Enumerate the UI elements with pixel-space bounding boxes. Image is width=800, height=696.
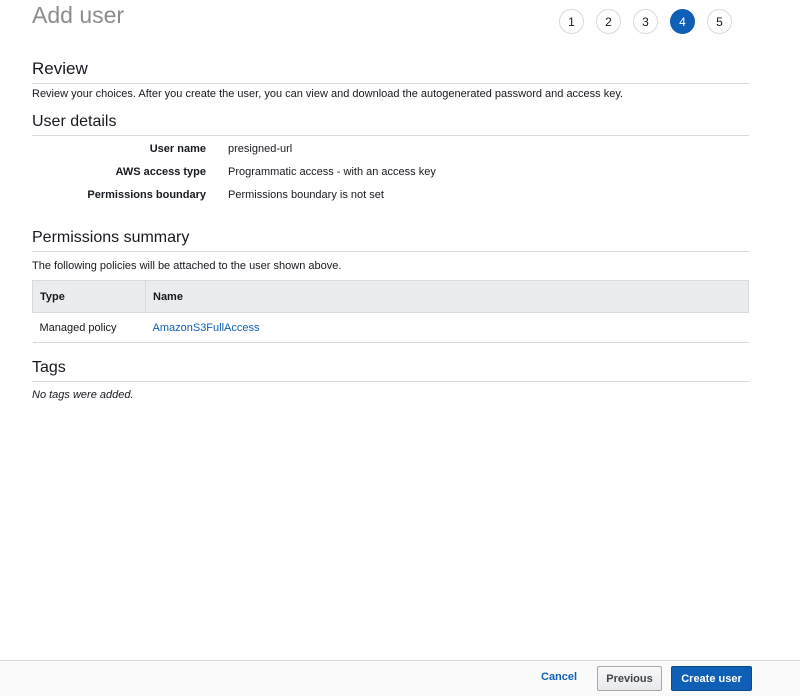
user-details-heading: User details <box>32 113 749 136</box>
tags-heading: Tags <box>32 359 749 382</box>
review-description: Review your choices. After you create th… <box>32 88 624 100</box>
username-label: User name <box>149 143 206 155</box>
access-type-label: AWS access type <box>115 166 207 178</box>
policy-link[interactable]: AmazonS3FullAccess <box>153 322 260 334</box>
step-4-current[interactable]: 4 <box>670 9 695 34</box>
column-header-name[interactable]: Name <box>145 280 749 313</box>
step-3[interactable]: 3 <box>633 9 658 34</box>
policy-type-cell: Managed policy <box>32 312 146 343</box>
permissions-description: The following policies will be attached … <box>32 260 342 272</box>
table-header-row: Type Name <box>32 280 749 313</box>
step-2[interactable]: 2 <box>596 9 621 34</box>
previous-button[interactable]: Previous <box>597 666 662 691</box>
access-type-value: Programmatic access - with an access key <box>228 166 436 178</box>
column-header-type[interactable]: Type <box>32 280 146 313</box>
footer-bar: Cancel Previous Create user <box>0 660 800 696</box>
review-heading: Review <box>32 59 749 84</box>
tags-empty-text: No tags were added. <box>32 389 134 401</box>
page-title: Add user <box>32 2 125 28</box>
username-value: presigned-url <box>228 143 293 155</box>
step-5[interactable]: 5 <box>707 9 732 34</box>
step-1[interactable]: 1 <box>559 9 584 34</box>
policy-name-cell: AmazonS3FullAccess <box>145 312 749 343</box>
permissions-summary-heading: Permissions summary <box>32 229 749 252</box>
permissions-boundary-label: Permissions boundary <box>87 189 206 201</box>
cancel-button[interactable]: Cancel <box>541 671 577 683</box>
create-user-button[interactable]: Create user <box>671 666 752 691</box>
table-row: Managed policy AmazonS3FullAccess <box>32 312 749 343</box>
permissions-table: Type Name Managed policy AmazonS3FullAcc… <box>32 280 749 343</box>
permissions-boundary-value: Permissions boundary is not set <box>228 189 384 201</box>
wizard-steps: 1 2 3 4 5 <box>559 9 744 34</box>
